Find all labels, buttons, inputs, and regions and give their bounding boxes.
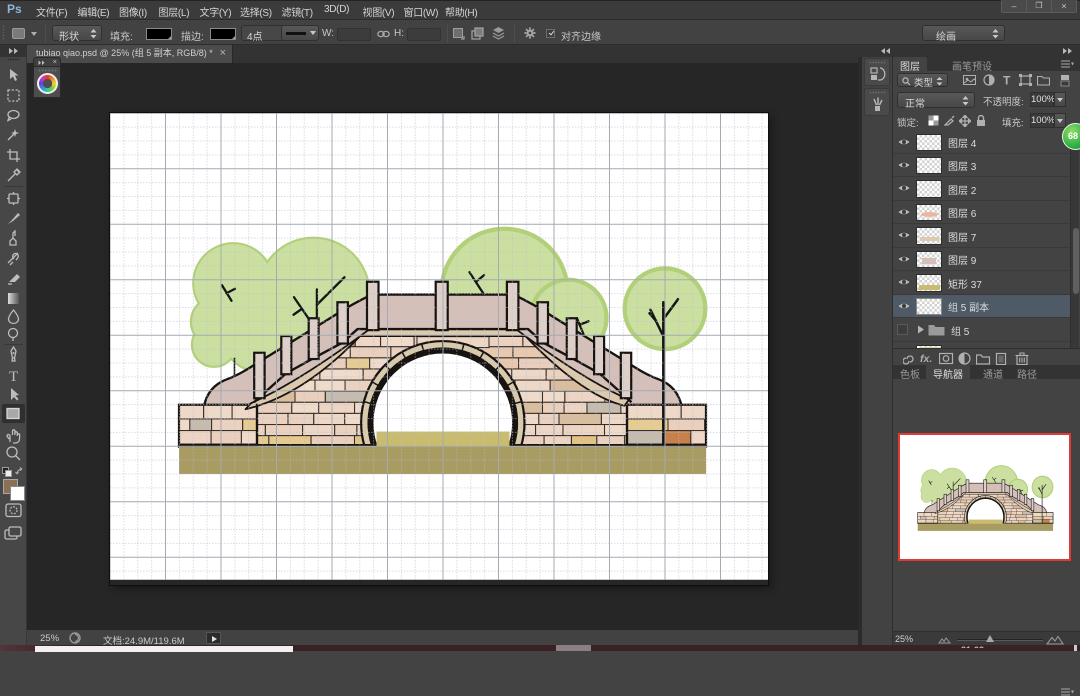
svg-text:T: T: [9, 369, 18, 384]
svg-text:fx.: fx.: [920, 353, 932, 365]
svg-text:T: T: [1003, 74, 1011, 87]
